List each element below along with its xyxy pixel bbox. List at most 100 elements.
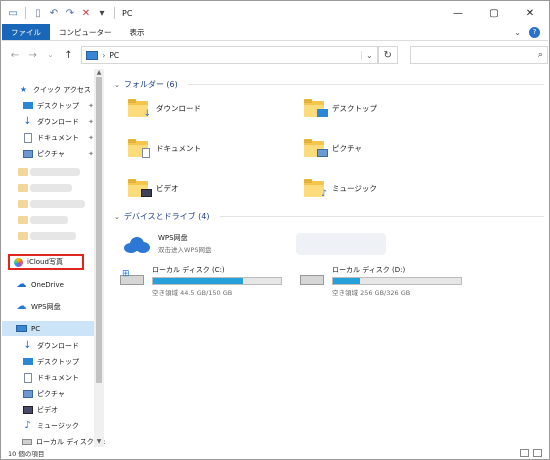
redacted-folder-icon xyxy=(18,200,28,208)
sidebar-item-desktop[interactable]: デスクトップ ✦ xyxy=(2,98,94,113)
scrollbar-thumb[interactable] xyxy=(96,77,102,383)
group-title: フォルダー (6) xyxy=(123,80,178,89)
music-folder-icon: ♪ xyxy=(304,179,327,199)
desktop-folder-icon xyxy=(304,99,328,117)
delete-icon[interactable]: ✕ xyxy=(79,6,93,20)
status-bar: 10 個の項目 xyxy=(2,447,548,459)
folder-music[interactable]: ♪ ミュージック xyxy=(304,179,377,199)
group-devices[interactable]: ⌄ デバイスとドライブ (4) xyxy=(114,211,544,222)
sidebar-item-quick-access[interactable]: ★ クイック アクセス xyxy=(2,82,94,97)
cloud-icon: ☁ xyxy=(16,279,27,290)
sidebar-item-pc-downloads[interactable]: ↓ ダウンロード xyxy=(2,338,94,353)
refresh-button[interactable]: ↻ xyxy=(377,46,398,64)
up-button[interactable]: ↑ xyxy=(61,50,75,61)
collapse-chevron-icon[interactable]: ⌄ xyxy=(114,213,120,221)
desktop-icon xyxy=(22,356,33,367)
folder-label: ダウンロード xyxy=(156,103,201,113)
folder-label: ビデオ xyxy=(156,183,179,193)
pictures-folder-icon xyxy=(304,139,328,157)
redacted-item xyxy=(30,216,68,224)
redo-icon[interactable]: ↷ xyxy=(63,6,77,20)
sidebar-scrollbar[interactable]: ▲ ▼ xyxy=(94,69,104,447)
tab-view[interactable]: 表示 xyxy=(121,24,154,40)
group-folders[interactable]: ⌄ フォルダー (6) xyxy=(114,79,544,90)
sidebar-item-label: ダウンロード xyxy=(37,117,79,126)
recent-locations-icon[interactable]: ⌄ xyxy=(44,51,58,59)
properties-icon[interactable]: ▯ xyxy=(31,6,45,20)
sidebar-item-pc-pictures[interactable]: ピクチャ xyxy=(2,386,94,401)
folder-videos[interactable]: ビデオ xyxy=(128,179,179,197)
drive-wps[interactable]: WPS网盘 双击进入WPS网盘 xyxy=(124,233,211,254)
drive-local-c[interactable]: ⊞ ローカル ディスク (C:) 空き領域 44.5 GB/150 GB xyxy=(120,265,282,297)
large-icons-view-icon[interactable] xyxy=(533,449,542,457)
folder-pictures[interactable]: ピクチャ xyxy=(304,139,362,157)
folder-label: ミュージック xyxy=(332,183,377,193)
redacted-folder-icon xyxy=(18,168,28,176)
collapse-chevron-icon[interactable]: ⌄ xyxy=(114,81,120,89)
folder-documents[interactable]: ドキュメント xyxy=(128,139,201,158)
back-button[interactable]: ← xyxy=(8,50,22,61)
search-input[interactable]: ⌕ xyxy=(409,46,548,64)
documents-folder-icon xyxy=(128,139,150,158)
icloud-photos-icon xyxy=(14,257,23,267)
folder-desktop[interactable]: デスクトップ xyxy=(304,99,377,117)
folder-downloads[interactable]: ↓ ダウンロード xyxy=(128,99,201,119)
sidebar-item-pc-desktop[interactable]: デスクトップ xyxy=(2,354,94,369)
redacted-folder-icon xyxy=(18,232,28,240)
minimize-button[interactable]: — xyxy=(440,2,476,24)
redacted-item xyxy=(30,232,76,240)
scroll-up-icon[interactable]: ▲ xyxy=(95,69,103,76)
drive-icon xyxy=(22,436,32,447)
sidebar-item-wps[interactable]: ☁ WPS网盘 xyxy=(2,299,94,314)
folder-label: ピクチャ xyxy=(332,143,362,153)
tab-computer[interactable]: コンピューター xyxy=(50,24,121,40)
customize-toolbar-icon[interactable]: ▾ xyxy=(95,6,109,20)
sidebar-item-label: iCloud写真 xyxy=(27,258,63,266)
address-dropdown-icon[interactable]: ⌄ xyxy=(360,50,377,60)
divider xyxy=(114,7,115,19)
sidebar-item-label: ドキュメント xyxy=(37,373,79,382)
sidebar-item-icloud-photos[interactable]: iCloud写真 xyxy=(8,254,84,270)
close-button[interactable]: ✕ xyxy=(512,2,548,24)
sidebar-item-pc-local-disk-c[interactable]: ローカル ディスク (C:) xyxy=(2,434,105,447)
address-path: PC xyxy=(109,50,120,60)
sidebar-item-pc-documents[interactable]: ドキュメント xyxy=(2,370,94,385)
details-view-icon[interactable] xyxy=(520,449,529,457)
sidebar-item-pc[interactable]: PC xyxy=(2,321,94,336)
download-folder-icon: ↓ xyxy=(128,99,151,119)
scroll-down-icon[interactable]: ▼ xyxy=(95,438,103,445)
sidebar-item-onedrive[interactable]: ☁ OneDrive xyxy=(2,277,94,292)
drive-usage-bar xyxy=(332,277,462,285)
undo-icon[interactable]: ↶ xyxy=(47,6,61,20)
drive-name: ローカル ディスク (D:) xyxy=(332,266,406,274)
help-icon[interactable]: ? xyxy=(529,26,540,38)
sidebar-item-label: ビデオ xyxy=(37,405,58,414)
expand-ribbon-icon[interactable]: ⌄ xyxy=(514,28,521,37)
pc-icon: ▭ xyxy=(8,7,18,19)
sidebar-item-pc-videos[interactable]: ビデオ xyxy=(2,402,94,417)
explorer-window: ▭ ▯ ↶ ↷ ✕ ▾ PC — ▢ ✕ ファイル コンピューター 表示 ⌄ ?… xyxy=(0,0,550,460)
forward-button[interactable]: → xyxy=(26,50,40,61)
navigation-bar: ← → ⌄ ↑ › PC ⌄ ↻ ⌕ xyxy=(2,42,548,68)
sidebar-item-label: クイック アクセス xyxy=(33,85,91,94)
path-separator: › xyxy=(102,50,106,60)
drive-local-d[interactable]: ローカル ディスク (D:) 空き領域 256 GB/326 GB xyxy=(300,265,462,297)
window-title: PC xyxy=(122,8,133,18)
sidebar-item-downloads[interactable]: ↓ ダウンロード ✦ xyxy=(2,114,94,129)
redacted-folder-icon xyxy=(18,184,28,192)
download-icon: ↓ xyxy=(23,340,32,351)
tab-file[interactable]: ファイル xyxy=(2,24,50,40)
sidebar-item-label: WPS网盘 xyxy=(31,302,61,311)
ribbon-tabs: ファイル コンピューター 表示 ⌄ ? xyxy=(2,24,548,41)
address-bar[interactable]: › PC ⌄ xyxy=(81,46,378,64)
maximize-button[interactable]: ▢ xyxy=(476,2,512,24)
divider xyxy=(25,7,26,19)
documents-icon xyxy=(22,132,33,143)
wps-cloud-icon xyxy=(124,235,150,253)
music-icon: ♪ xyxy=(24,420,31,431)
view-switcher xyxy=(520,449,548,457)
sidebar-item-pictures[interactable]: ピクチャ ✦ xyxy=(2,146,94,161)
sidebar-item-documents[interactable]: ドキュメント ✦ xyxy=(2,130,94,145)
sidebar-item-pc-music[interactable]: ♪ ミュージック xyxy=(2,418,94,433)
sidebar-item-label: ダウンロード xyxy=(37,341,79,350)
